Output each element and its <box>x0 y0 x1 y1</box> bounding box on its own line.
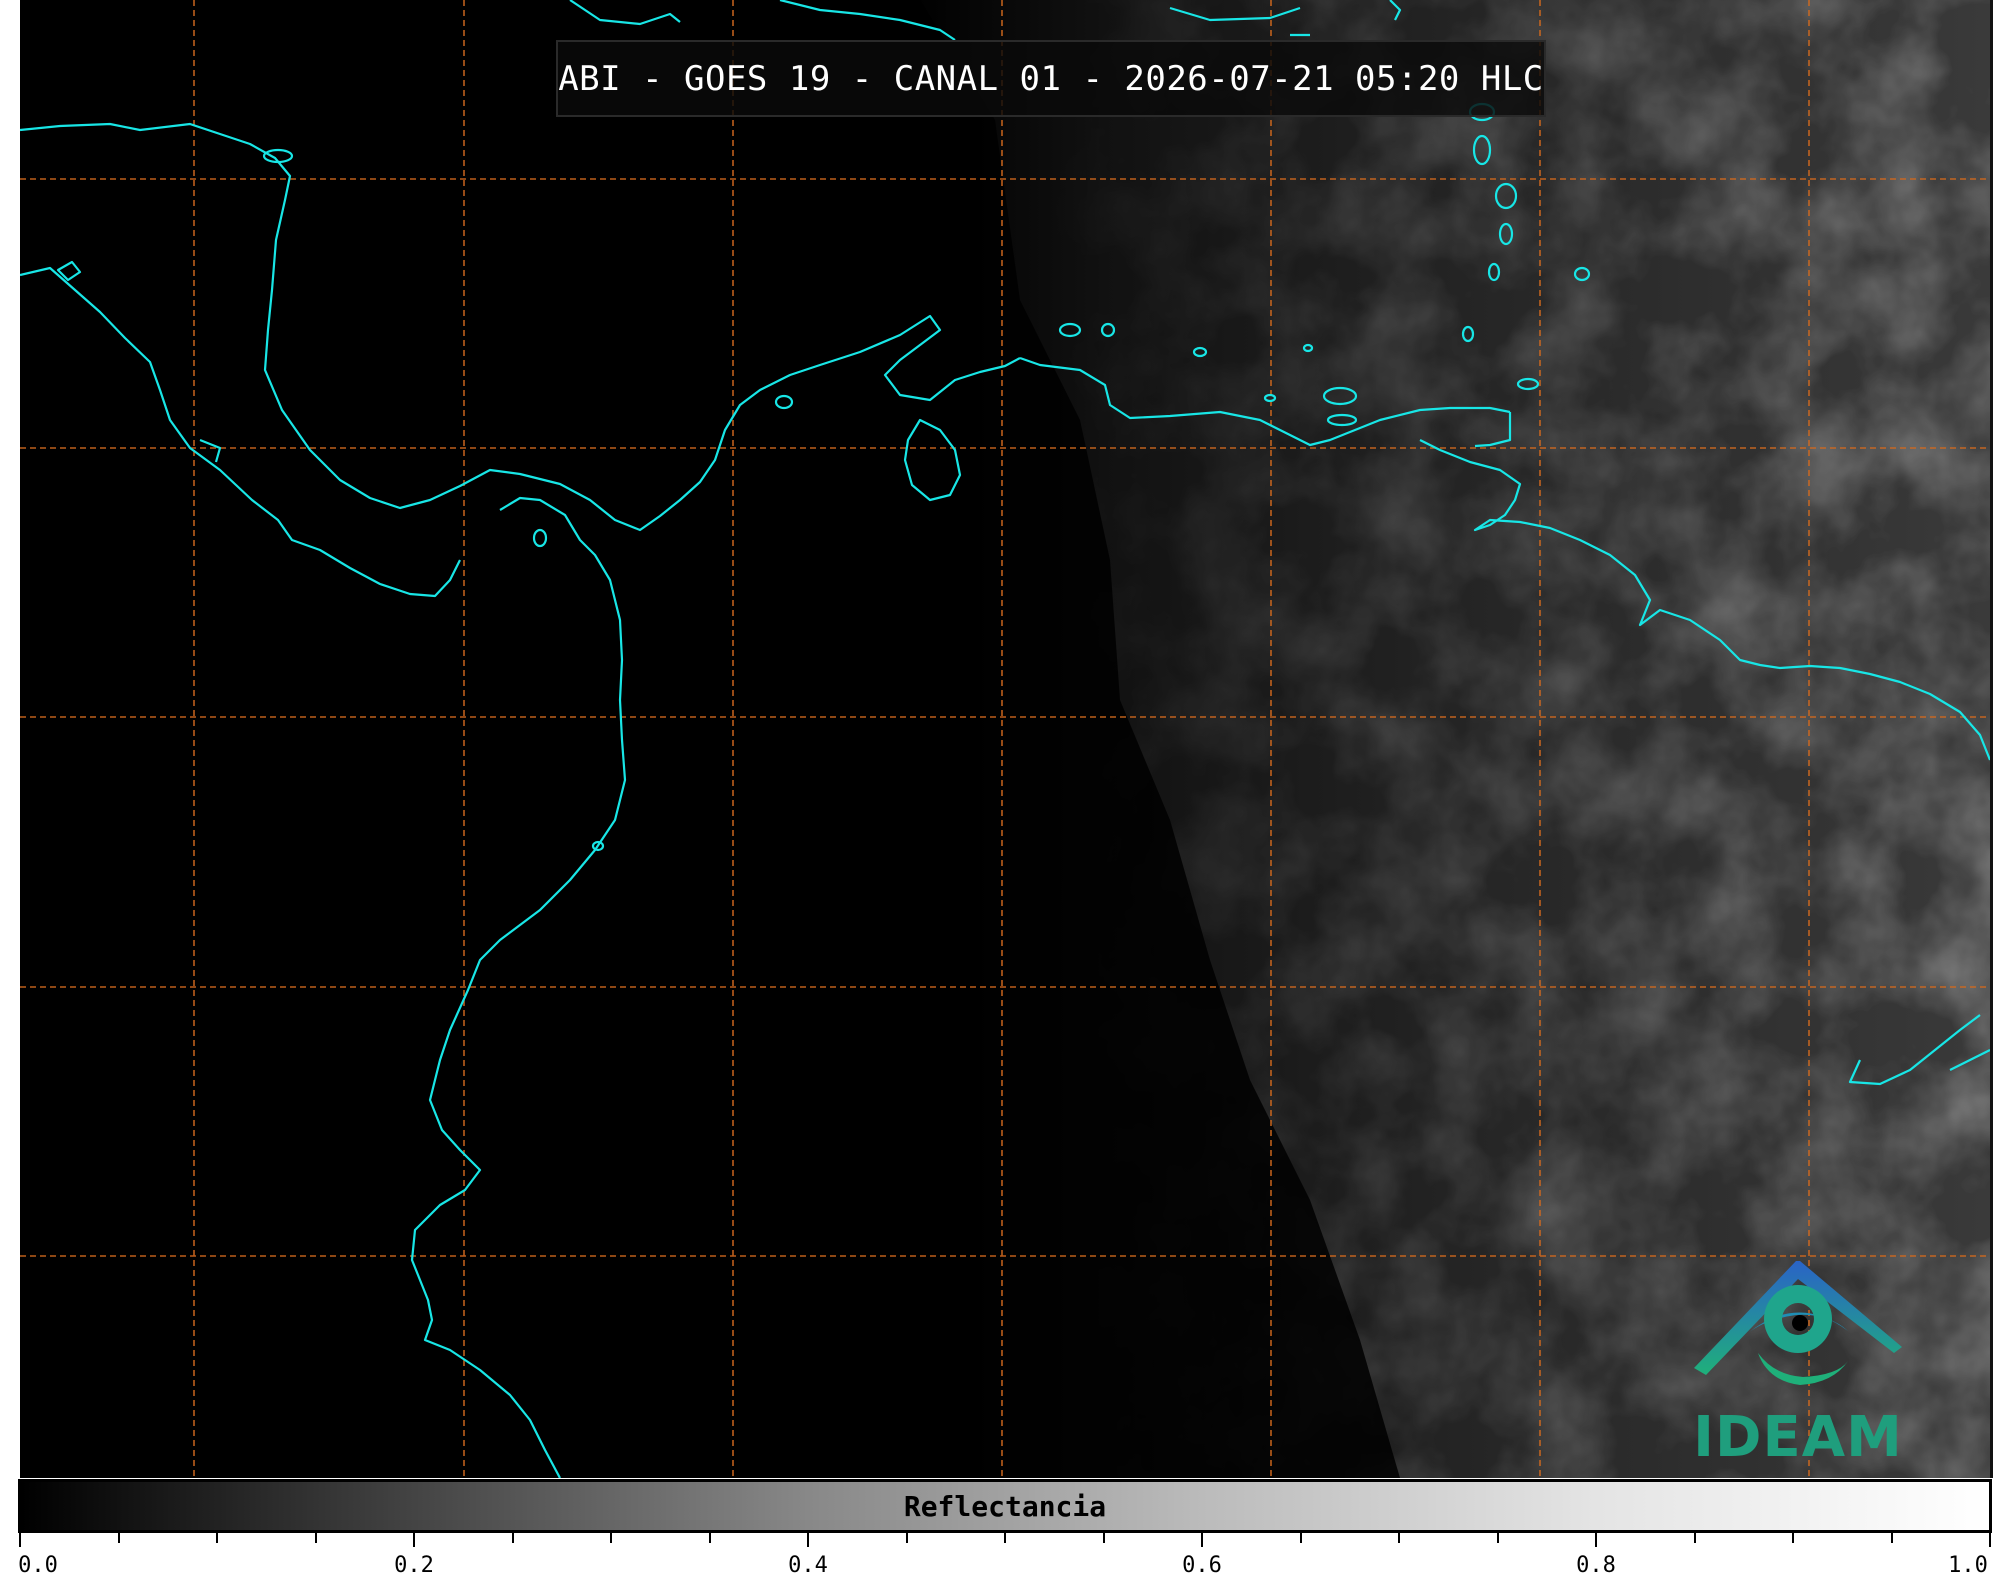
colorbar-tick-label: 0.4 <box>788 1553 828 1578</box>
colorbar-tick-label: 0.8 <box>1576 1553 1616 1578</box>
colorbar-minor-tick <box>905 1533 908 1543</box>
colorbar-label: Reflectancia <box>903 1489 1107 1523</box>
colorbar-tick-label: 0.2 <box>394 1553 434 1578</box>
colorbar-minor-tick <box>216 1533 218 1543</box>
colorbar-minor-tick <box>1496 1533 1499 1543</box>
colorbar-minor-tick <box>1890 1533 1893 1543</box>
colorbar-tick-label: 0.0 <box>18 1553 58 1578</box>
colorbar-major-tick <box>413 1533 415 1547</box>
ideam-logo-icon <box>1694 1261 1902 1385</box>
colorbar-minor-tick <box>314 1533 317 1543</box>
colorbar-minor-tick <box>708 1533 711 1543</box>
map-title: ABI - GOES 19 - CANAL 01 - 2026-07-21 05… <box>558 58 1544 99</box>
satellite-map[interactable]: ABI - GOES 19 - CANAL 01 - 2026-07-21 05… <box>20 0 1993 1478</box>
colorbar-minor-tick <box>1102 1533 1105 1543</box>
colorbar-minor-tick <box>511 1533 514 1543</box>
colorbar-tick-label: 0.6 <box>1182 1553 1222 1578</box>
colorbar-minor-tick <box>1792 1533 1794 1543</box>
colorbar-minor-tick <box>1693 1533 1696 1543</box>
colorbar-major-tick <box>807 1533 809 1547</box>
colorbar-tick-label: 1.0 <box>1948 1553 1988 1578</box>
ideam-logo: IDEAM <box>1688 1253 1908 1475</box>
colorbar-major-tick <box>19 1533 21 1547</box>
colorbar-minor-tick <box>1299 1533 1302 1543</box>
colorbar-minor-tick <box>1398 1533 1400 1543</box>
colorbar-minor-tick <box>117 1533 120 1543</box>
colorbar: Reflectancia <box>18 1479 1992 1533</box>
colorbar-minor-tick <box>610 1533 612 1543</box>
colorbar-major-tick <box>1201 1533 1203 1547</box>
title-box: ABI - GOES 19 - CANAL 01 - 2026-07-21 05… <box>556 40 1546 117</box>
colorbar-major-tick <box>1595 1533 1597 1547</box>
colorbar-ticks: 0.0 0.2 0.4 0.6 0.8 1.0 <box>18 1533 1992 1578</box>
colorbar-major-tick <box>1989 1533 1991 1547</box>
ideam-logo-text: IDEAM <box>1693 1405 1903 1470</box>
colorbar-minor-tick <box>1004 1533 1006 1543</box>
